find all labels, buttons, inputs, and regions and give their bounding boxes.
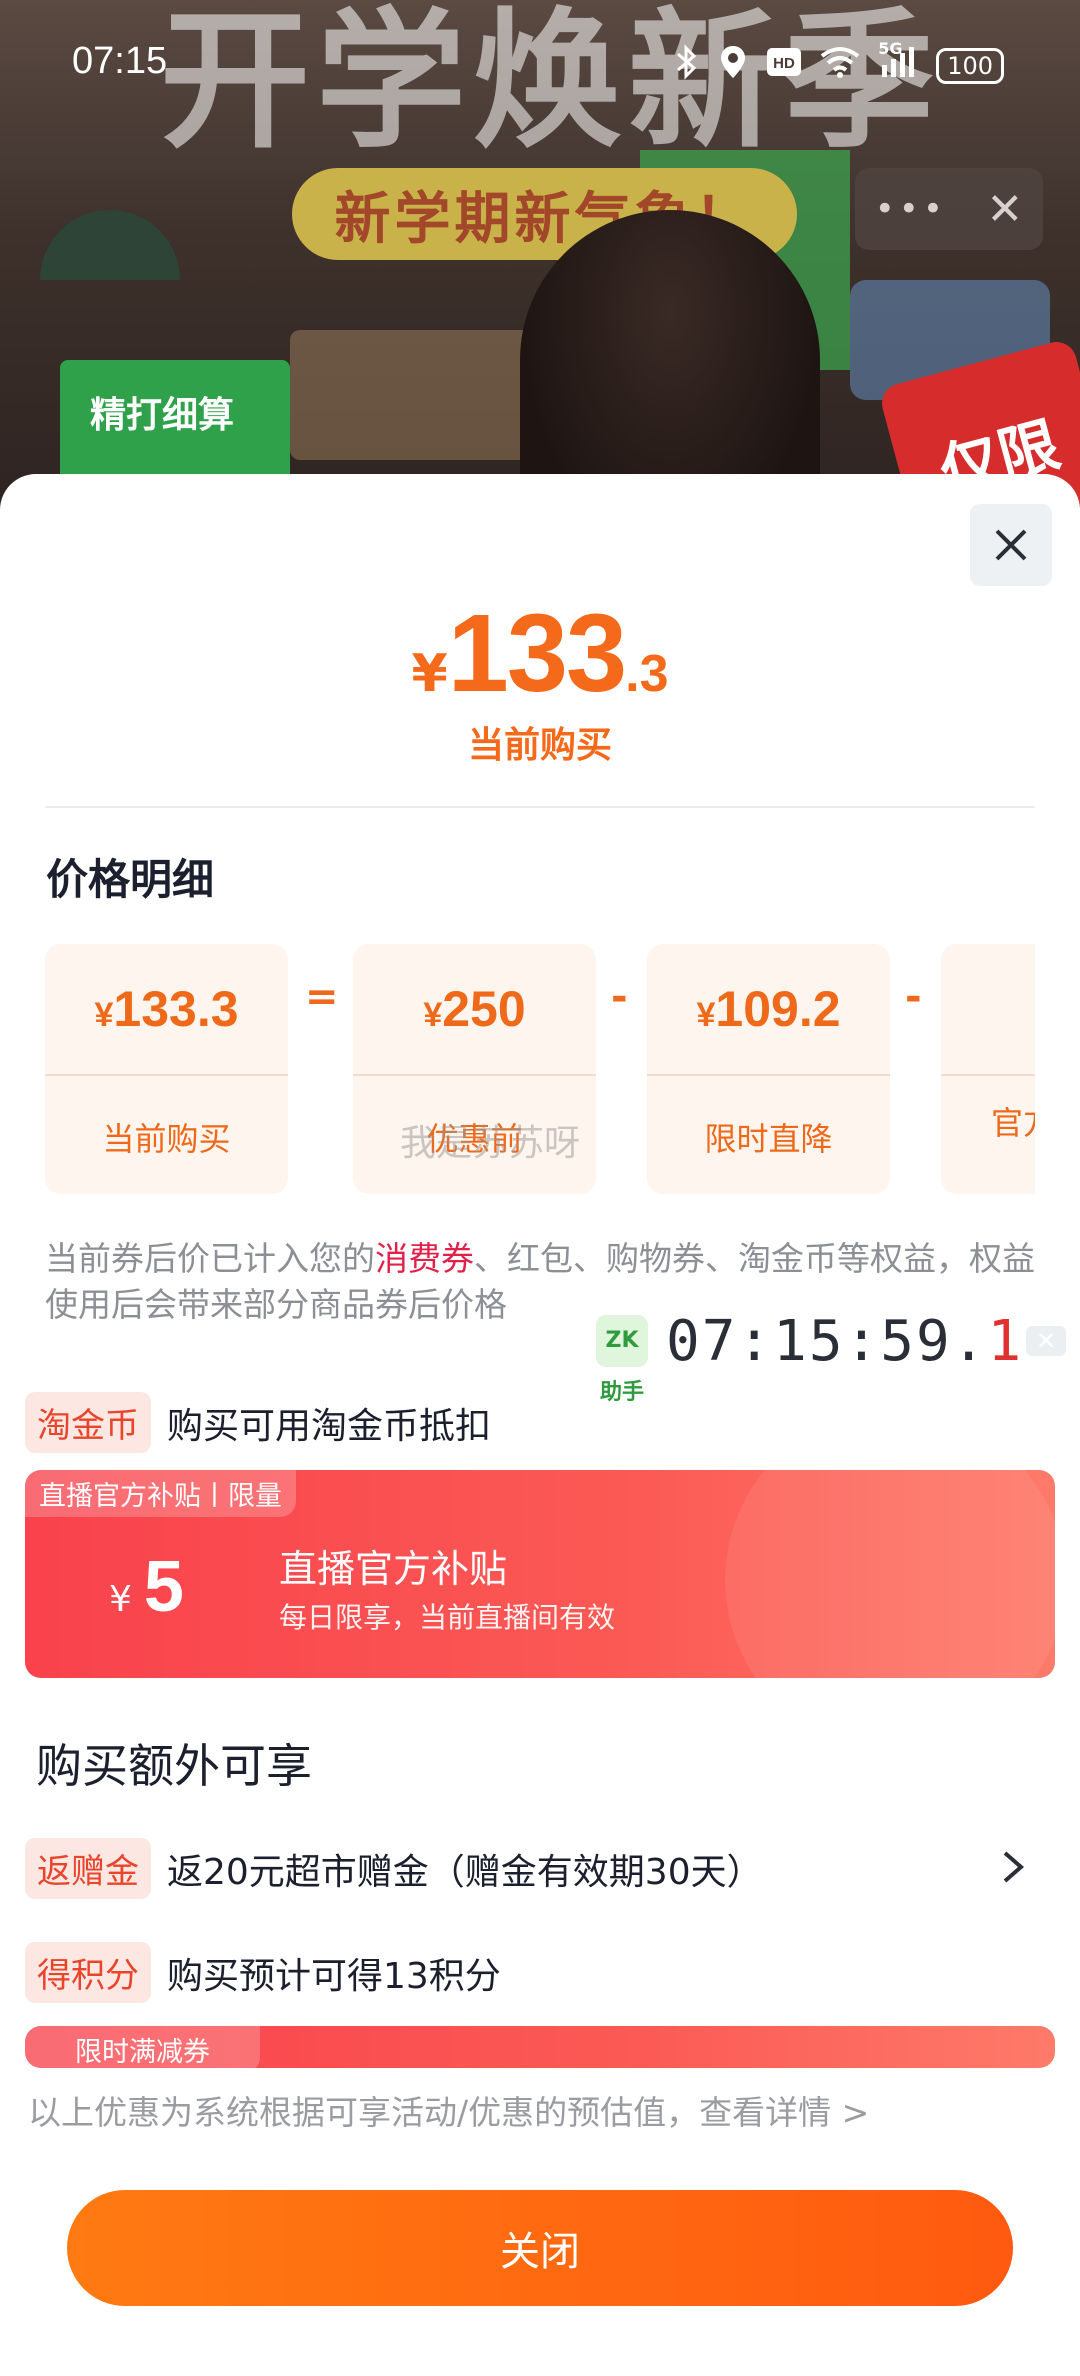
calc-operator-minus: - [905, 974, 922, 1020]
watermark-text: 我是苏苏呀 [400, 1123, 581, 1164]
calc-label: 官方 [991, 1104, 1035, 1142]
coupon-currency: ¥ [109, 1579, 132, 1620]
timer-tenths: 1 [987, 1308, 1024, 1374]
network-type-text: 5G [878, 39, 903, 58]
status-icons: HD 5G 100 [674, 39, 1004, 88]
divider [45, 806, 1035, 808]
rebate-row[interactable]: 返赠金 返20元超市赠金（赠金有效期30天） [25, 1838, 1025, 1899]
price-detail-title: 价格明细 [46, 855, 215, 904]
calc-value: ¥250 [353, 944, 596, 1076]
mini-capsule[interactable]: ••• ✕ [855, 168, 1043, 250]
calc-currency: ¥ [696, 996, 716, 1034]
taojinbi-tag: 淘金币 [25, 1392, 151, 1453]
live-subsidy-coupon[interactable]: 直播官方补贴丨限量 ¥5 直播官方补贴 每日限享，当前直播间有效 [25, 1470, 1055, 1678]
points-tag: 得积分 [25, 1942, 151, 2003]
coupon-title: 直播官方补贴 [279, 1547, 508, 1591]
rebate-text: 返20元超市赠金（赠金有效期30天） [167, 1851, 763, 1893]
current-price-label: 当前购买 [467, 725, 612, 766]
calc-value: ¥109.2 [647, 944, 890, 1076]
details-link[interactable]: 以上优惠为系统根据可享活动/优惠的预估值，查看详情 > [28, 2086, 869, 2134]
calc-currency: ¥ [94, 996, 114, 1034]
hd-icon: HD [766, 47, 802, 85]
calc-amount: 133.3 [113, 981, 239, 1037]
coupon-number: 5 [143, 1547, 184, 1627]
limited-coupon-tag: 限时满减券 [25, 2026, 260, 2068]
calc-operator-equals: = [305, 974, 339, 1020]
current-price: ¥133.3 [0, 590, 1080, 717]
calc-label: 限时直降 [704, 1120, 833, 1158]
location-icon [718, 44, 748, 88]
note-highlight[interactable]: 消费券 [375, 1239, 474, 1278]
status-bar: 07:15 HD 5G 100 [0, 0, 1080, 130]
coupon-tag: 直播官方补贴丨限量 [25, 1470, 296, 1517]
taojinbi-row: 淘金币 购买可用淘金币抵扣 [25, 1392, 491, 1453]
hd-text: HD [773, 55, 795, 72]
calc-card-official: 官方 [941, 944, 1035, 1194]
battery-indicator: 100 [936, 48, 1004, 84]
timer-main: 07:15:59. [666, 1308, 988, 1374]
calc-value [941, 944, 1035, 1076]
green-sign-text: 精打细算 [90, 395, 235, 436]
more-icon[interactable]: ••• [875, 189, 947, 229]
extra-benefits-title: 购买额外可享 [36, 1739, 312, 1793]
timer-app-logo: ZK助手 [596, 1315, 648, 1405]
bluetooth-icon [674, 44, 700, 88]
limited-coupon-card[interactable]: 限时满减券 [25, 2026, 1055, 2068]
price-detail-sheet: ¥133.3 当前购买 价格明细 ¥133.3 当前购买 = ¥250 优惠前 … [0, 474, 1080, 2376]
calc-operator-minus: - [611, 974, 628, 1020]
signal-icon: 5G [878, 39, 918, 87]
coupon-subtitle: 每日限享，当前直播间有效 [279, 1601, 616, 1634]
note-prefix: 当前券后价已计入您的 [45, 1239, 375, 1278]
calc-card-current: ¥133.3 当前购买 [45, 944, 288, 1194]
timer-clock: 07:15:59.1 [666, 1309, 1023, 1374]
close-icon[interactable]: ✕ [986, 184, 1023, 235]
close-icon [995, 529, 1027, 561]
chevron-right-icon[interactable] [1001, 1849, 1025, 1889]
calc-currency: ¥ [423, 996, 443, 1034]
calc-amount: 109.2 [715, 981, 841, 1037]
calc-label: 当前购买 [102, 1120, 231, 1158]
sheet-close-button[interactable] [970, 504, 1052, 586]
price-currency: ¥ [411, 644, 448, 704]
lamp-decoration [40, 210, 180, 280]
timer-close-button[interactable]: ✕ [1026, 1326, 1066, 1356]
coupon-amount: ¥5 [109, 1546, 184, 1628]
calc-card-limited-drop: ¥109.2 限时直降 [647, 944, 890, 1194]
points-row: 得积分 购买预计可得13积分 [25, 1942, 501, 2003]
price-integer: 133 [447, 592, 628, 715]
coupon-decoration [725, 1470, 1055, 1678]
rebate-tag: 返赠金 [25, 1838, 151, 1899]
floating-timer[interactable]: ZK助手 07:15:59.1 ✕ [596, 1309, 1066, 1405]
taojinbi-text: 购买可用淘金币抵扣 [167, 1405, 492, 1447]
calc-amount: 250 [442, 981, 526, 1037]
price-decimal: .3 [625, 645, 669, 703]
status-time: 07:15 [72, 40, 168, 82]
points-text: 购买预计可得13积分 [167, 1955, 501, 1997]
wifi-icon [820, 46, 860, 86]
calc-value: ¥133.3 [45, 944, 288, 1076]
close-button[interactable]: 关闭 [67, 2190, 1013, 2306]
